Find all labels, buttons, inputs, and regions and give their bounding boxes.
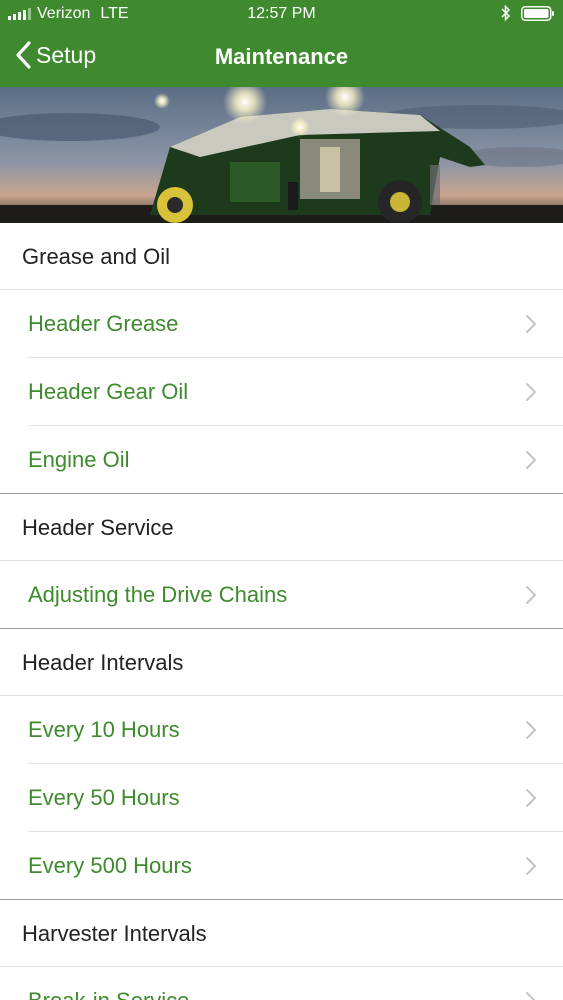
top-bar: Verizon LTE 12:57 PM Setup Maintenance — [0, 0, 563, 87]
chevron-right-icon — [526, 451, 536, 469]
list-item-label: Every 50 Hours — [28, 785, 180, 810]
app-screen: Verizon LTE 12:57 PM Setup Maintenance G… — [0, 0, 563, 1000]
list-item-label: Break-in Service — [0, 988, 189, 1000]
section-header-grease-and-oil: Grease and Oil — [0, 223, 563, 290]
chevron-right-icon — [526, 586, 536, 604]
section-divider — [0, 899, 563, 900]
list-item-adjusting-drive-chains[interactable]: Adjusting the Drive Chains — [0, 561, 563, 629]
list-item-label: Every 500 Hours — [28, 853, 192, 878]
list-item-label: Adjusting the Drive Chains — [28, 582, 288, 607]
section-header-header-service: Header Service — [0, 494, 563, 561]
battery-icon — [521, 5, 554, 21]
list-item-header-grease[interactable]: Header Grease — [0, 290, 563, 358]
list-item-every-10-hours[interactable]: Every 10 Hours — [0, 696, 563, 764]
navigation-bar: Setup Maintenance — [0, 30, 563, 87]
list-item-label: Every 10 Hours — [28, 717, 180, 742]
list-item-every-500-hours[interactable]: Every 500 Hours — [0, 832, 563, 900]
chevron-right-icon — [526, 992, 536, 1000]
list-item-engine-oil[interactable]: Engine Oil — [0, 426, 563, 494]
status-right — [501, 5, 555, 21]
chevron-right-icon — [526, 315, 536, 333]
maintenance-list: Grease and Oil Header Grease Header Gear… — [0, 223, 563, 1000]
chevron-right-icon — [526, 857, 536, 875]
section-divider — [0, 493, 563, 494]
bluetooth-icon — [501, 5, 511, 21]
status-bar: Verizon LTE 12:57 PM — [0, 0, 563, 30]
chevron-right-icon — [526, 789, 536, 807]
section-header-header-intervals: Header Intervals — [0, 629, 563, 696]
chevron-right-icon — [526, 721, 536, 739]
harvester-hero-image — [0, 87, 563, 223]
status-time: 12:57 PM — [247, 5, 316, 22]
section-divider — [0, 628, 563, 629]
list-item-header-gear-oil[interactable]: Header Gear Oil — [0, 358, 563, 426]
list-item-label: Header Grease — [28, 311, 179, 336]
list-item-label: Engine Oil — [28, 447, 130, 472]
list-item-break-in-service[interactable]: Break-in Service — [0, 967, 563, 1000]
chevron-right-icon — [526, 383, 536, 401]
page-title: Maintenance — [214, 44, 349, 69]
section-header-harvester-intervals: Harvester Intervals — [0, 900, 563, 967]
list-item-every-50-hours[interactable]: Every 50 Hours — [0, 764, 563, 832]
list-item-label: Header Gear Oil — [28, 379, 189, 404]
